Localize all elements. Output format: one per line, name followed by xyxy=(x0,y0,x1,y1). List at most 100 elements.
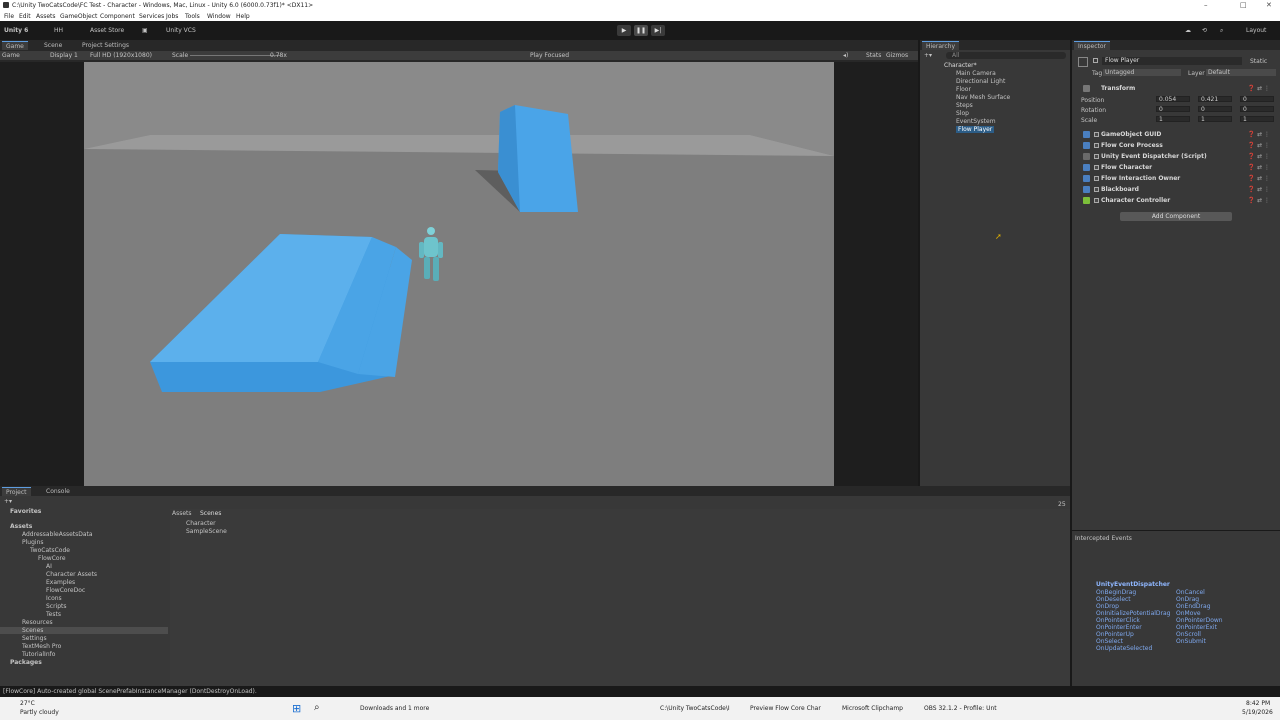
scale-z[interactable]: 1 xyxy=(1240,116,1274,123)
component-interaction-owner[interactable]: Flow Interaction Owner ❓ ⇄ ⋮ xyxy=(1076,174,1276,184)
tab-inspector[interactable]: Inspector xyxy=(1074,41,1110,50)
resolution-dropdown[interactable]: Full HD (1920x1080) xyxy=(90,52,152,59)
tab-hierarchy[interactable]: Hierarchy xyxy=(922,41,960,50)
rotation-y[interactable]: 0 xyxy=(1198,106,1232,113)
favorites-header[interactable]: Favorites xyxy=(10,508,41,515)
component-guid[interactable]: GameObject GUID ❓ ⇄ ⋮ xyxy=(1076,130,1276,140)
tree-item[interactable]: TutorialInfo xyxy=(22,651,55,658)
menu-help[interactable]: Help xyxy=(236,13,250,20)
asset-store-button[interactable]: Asset Store xyxy=(90,27,124,34)
transform-component[interactable]: Transform ❓ ⇄ ⋮ xyxy=(1076,84,1276,94)
menu-component[interactable]: Component xyxy=(100,13,135,20)
search-icon[interactable]: ⌕ xyxy=(314,702,320,713)
file-item[interactable]: SampleScene xyxy=(186,528,227,535)
scale-y[interactable]: 1 xyxy=(1198,116,1232,123)
tab-console[interactable]: Console xyxy=(42,487,74,496)
taskbar-unity[interactable]: C:\Unity TwoCatsCode\I xyxy=(660,705,730,712)
hierarchy-item[interactable]: Main Camera xyxy=(956,70,996,77)
play-focused-dropdown[interactable]: Play Focused xyxy=(530,52,569,59)
menu-edit[interactable]: Edit xyxy=(19,13,31,20)
rotation-x[interactable]: 0 xyxy=(1156,106,1190,113)
rotation-z[interactable]: 0 xyxy=(1240,106,1274,113)
weather-temp[interactable]: 27°C xyxy=(20,700,35,707)
cloud-services-icon[interactable]: ☁ xyxy=(1185,27,1191,34)
tree-item[interactable]: Examples xyxy=(46,579,75,586)
scene-root[interactable]: Character* xyxy=(944,62,977,69)
unity-version-button[interactable]: Unity 6 xyxy=(4,27,28,34)
tree-item[interactable]: Tests xyxy=(46,611,61,618)
add-component-button[interactable]: Add Component xyxy=(1120,212,1232,221)
tree-item-selected[interactable]: Scenes xyxy=(0,627,168,634)
tree-item[interactable]: TwoCatsCode xyxy=(30,547,70,554)
menu-window[interactable]: Window xyxy=(207,13,231,20)
menu-jobs[interactable]: Jobs xyxy=(166,13,178,20)
menu-file[interactable]: File xyxy=(4,13,14,20)
tree-packages[interactable]: Packages xyxy=(10,659,42,666)
pause-button[interactable]: ❚❚ xyxy=(634,25,648,36)
display-dropdown[interactable]: Display 1 xyxy=(50,52,78,59)
taskbar-clipchamp[interactable]: Microsoft Clipchamp xyxy=(842,705,903,712)
create-icon[interactable]: +▾ xyxy=(4,498,12,505)
tree-item[interactable]: Plugins xyxy=(22,539,44,546)
tree-item[interactable]: AI xyxy=(46,563,52,570)
clock-date[interactable]: 5/19/2026 xyxy=(1242,709,1273,716)
hierarchy-item[interactable]: Floor xyxy=(956,86,971,93)
tree-item[interactable]: Icons xyxy=(46,595,62,602)
component-menu-icon[interactable]: ❓ ⇄ ⋮ xyxy=(1248,85,1270,92)
object-name-field[interactable]: Flow Player xyxy=(1102,57,1242,65)
hierarchy-search[interactable]: All xyxy=(946,52,1066,59)
menu-tools[interactable]: Tools xyxy=(185,13,200,20)
active-checkbox[interactable] xyxy=(1093,58,1098,63)
status-message[interactable]: [FlowCore] Auto-created global ScenePref… xyxy=(3,688,257,695)
position-x[interactable]: 0.054 xyxy=(1156,96,1190,103)
game-view-dropdown[interactable]: Game xyxy=(2,52,20,59)
tree-item[interactable]: Character Assets xyxy=(46,571,97,578)
tree-item[interactable]: FlowCoreDoc xyxy=(46,587,85,594)
menu-services[interactable]: Services xyxy=(139,13,164,20)
tree-item[interactable]: Settings xyxy=(22,635,47,642)
tag-dropdown[interactable]: Untagged xyxy=(1103,69,1181,76)
hierarchy-item[interactable]: Directional Light xyxy=(956,78,1005,85)
step-button[interactable]: ▶| xyxy=(651,25,665,36)
hierarchy-item[interactable]: Nav Mesh Surface xyxy=(956,94,1010,101)
breadcrumb-scenes[interactable]: Scenes xyxy=(200,510,221,517)
position-z[interactable]: 0 xyxy=(1240,96,1274,103)
cloud-icon[interactable]: ▣ xyxy=(142,27,148,34)
layout-dropdown[interactable]: Layout xyxy=(1246,27,1266,34)
maximize-icon[interactable]: □ xyxy=(1240,1,1247,9)
hierarchy-item[interactable]: Steps xyxy=(956,102,973,109)
tab-game[interactable]: Game xyxy=(2,41,28,50)
tab-scene[interactable]: Scene xyxy=(40,41,66,50)
scale-slider[interactable] xyxy=(190,55,280,56)
position-y[interactable]: 0.421 xyxy=(1198,96,1232,103)
taskbar-obs[interactable]: OBS 32.1.2 - Profile: Unt xyxy=(924,705,997,712)
component-flow-core-process[interactable]: Flow Core Process ❓ ⇄ ⋮ xyxy=(1076,141,1276,151)
hierarchy-item[interactable]: Slop xyxy=(956,110,969,117)
clock-time[interactable]: 8:42 PM xyxy=(1246,700,1270,707)
close-icon[interactable]: ✕ xyxy=(1266,1,1272,9)
menu-gameobject[interactable]: GameObject xyxy=(60,13,97,20)
tree-item[interactable]: AddressableAssetsData xyxy=(22,531,93,538)
taskbar-downloads[interactable]: Downloads and 1 more xyxy=(360,705,429,712)
component-flow-character[interactable]: Flow Character ❓ ⇄ ⋮ xyxy=(1076,163,1276,173)
hierarchy-item-selected[interactable]: Flow Player xyxy=(956,126,995,133)
search-icon[interactable]: ⌕ xyxy=(1220,27,1223,35)
component-blackboard[interactable]: Blackboard ❓ ⇄ ⋮ xyxy=(1076,185,1276,195)
taskbar-vs[interactable]: Preview Flow Core Char xyxy=(750,705,821,712)
tab-project[interactable]: Project xyxy=(2,487,31,496)
tree-item[interactable]: Resources xyxy=(22,619,53,626)
stats-button[interactable]: Stats xyxy=(866,52,881,59)
component-character-controller[interactable]: Character Controller ❓ ⇄ ⋮ xyxy=(1076,196,1276,206)
account-button[interactable]: HH xyxy=(54,27,63,34)
add-icon[interactable]: +▾ xyxy=(924,52,932,59)
game-viewport[interactable] xyxy=(0,62,918,486)
gizmos-button[interactable]: Gizmos xyxy=(886,52,908,59)
vcs-button[interactable]: Unity VCS xyxy=(166,27,196,34)
minimize-icon[interactable]: – xyxy=(1204,1,1208,9)
tree-item[interactable]: FlowCore xyxy=(38,555,66,562)
file-item[interactable]: Character xyxy=(186,520,216,527)
component-event-dispatcher[interactable]: Unity Event Dispatcher (Script) ❓ ⇄ ⋮ xyxy=(1076,152,1276,162)
mute-icon[interactable]: ◂) xyxy=(843,52,848,59)
start-icon[interactable]: ⊞ xyxy=(292,702,301,715)
hierarchy-item[interactable]: EventSystem xyxy=(956,118,996,125)
